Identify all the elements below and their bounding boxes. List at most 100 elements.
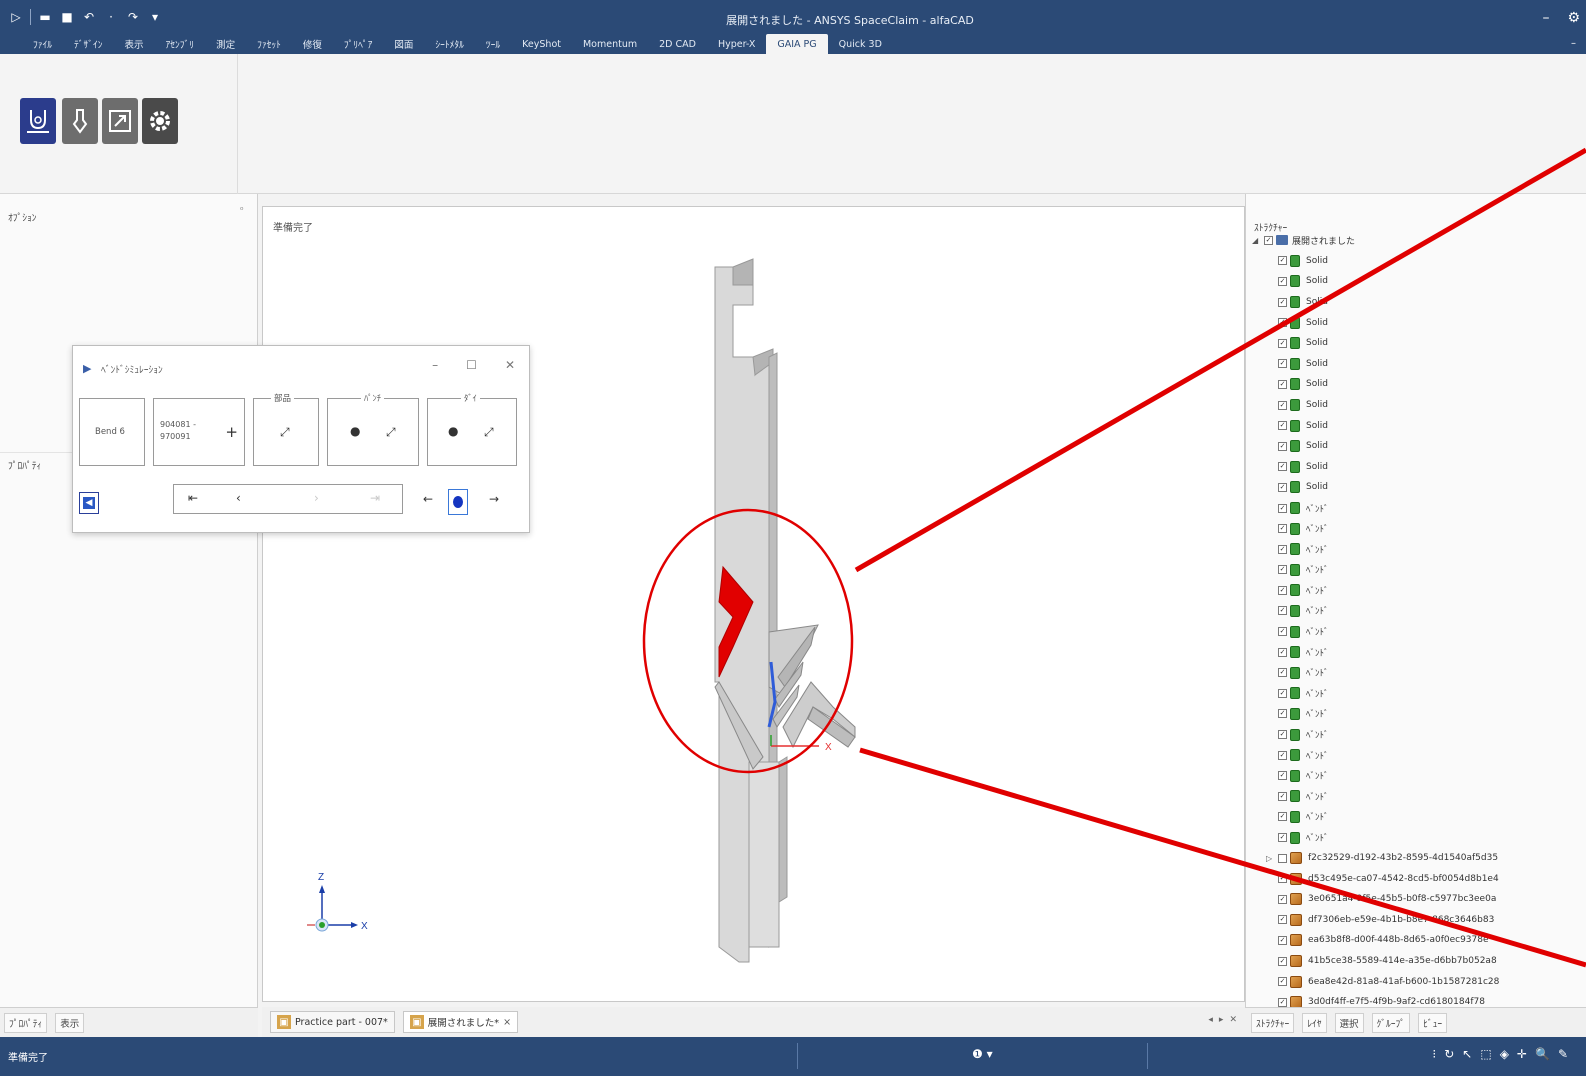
tree-solid-row[interactable]: ✓ Solid [1246, 415, 1586, 436]
sketch-icon[interactable]: ✎ [1558, 1047, 1568, 1061]
visibility-checkbox[interactable] [1278, 853, 1287, 863]
tree-solid-row[interactable]: ✓ Solid [1246, 477, 1586, 498]
visibility-checkbox[interactable]: ✓ [1278, 935, 1287, 945]
visibility-checkbox[interactable]: ✓ [1278, 771, 1287, 781]
visibility-checkbox[interactable]: ✓ [1278, 688, 1287, 698]
last-step-icon[interactable]: ⇥ [370, 491, 380, 505]
visibility-checkbox[interactable]: ✓ [1278, 977, 1287, 987]
tree-bend-row[interactable]: ✓ ﾍﾞﾝﾄﾞ [1246, 560, 1586, 581]
undo-icon[interactable]: ↶ [81, 9, 97, 25]
tree-component-row[interactable]: ▷ f2c32529-d192-43b2-8595-4d1540af5d35 [1246, 848, 1586, 869]
unfold-tool-button[interactable] [102, 98, 138, 144]
doc-tab-practice-part[interactable]: ▣ Practice part - 007* [270, 1011, 395, 1033]
bend-tool-button[interactable] [20, 98, 56, 144]
previous-step-icon[interactable]: ‹ [236, 491, 241, 505]
visibility-checkbox[interactable]: ✓ [1278, 359, 1287, 369]
ribbon-tab[interactable]: 測定 [205, 34, 246, 54]
tree-solid-row[interactable]: ✓ Solid [1246, 354, 1586, 375]
tree-component-row[interactable]: ✓ 6ea8e42d-81a8-41af-b600-1b1587281c28 [1246, 971, 1586, 992]
visibility-checkbox[interactable]: ✓ [1278, 812, 1287, 822]
tree-bend-row[interactable]: ✓ ﾍﾞﾝﾄﾞ [1246, 724, 1586, 745]
close-icon[interactable]: × [503, 1017, 511, 1028]
visibility-checkbox[interactable]: ✓ [1278, 606, 1287, 616]
tree-component-row[interactable]: ✓ df7306eb-e59e-4b1b-b8e7-868c3646b83 [1246, 910, 1586, 931]
visibility-checkbox[interactable]: ✓ [1278, 462, 1287, 472]
tree-bend-row[interactable]: ✓ ﾍﾞﾝﾄﾞ [1246, 807, 1586, 828]
visibility-checkbox[interactable]: ✓ [1278, 627, 1287, 637]
tree-bend-row[interactable]: ✓ ﾍﾞﾝﾄﾞ [1246, 786, 1586, 807]
visibility-checkbox[interactable]: ✓ [1278, 585, 1287, 595]
bend-select-button[interactable]: Bend 6 [79, 398, 145, 466]
tree-solid-row[interactable]: ✓ Solid [1246, 251, 1586, 272]
part-number-field[interactable]: 904081 - 970091 + [153, 398, 245, 466]
tree-bend-row[interactable]: ✓ ﾍﾞﾝﾄﾞ [1246, 498, 1586, 519]
tree-bend-row[interactable]: ✓ ﾍﾞﾝﾄﾞ [1246, 745, 1586, 766]
minimize-icon[interactable]: – [1542, 10, 1549, 26]
visibility-checkbox[interactable]: ✓ [1278, 544, 1287, 554]
collapse-icon[interactable]: ◢ [1252, 236, 1262, 245]
next-step-icon[interactable]: › [314, 491, 319, 505]
qat-customize-icon[interactable]: ▾ [147, 9, 163, 25]
visibility-checkbox[interactable]: ✓ [1278, 730, 1287, 740]
maximize-icon[interactable]: ☐ [466, 358, 477, 372]
pointer-icon[interactable]: ↖ [1462, 1047, 1472, 1061]
app-logo-icon[interactable]: ▷ [8, 9, 24, 25]
visibility-checkbox[interactable]: ✓ [1278, 421, 1287, 431]
tree-solid-row[interactable]: ✓ Solid [1246, 271, 1586, 292]
ribbon-tab[interactable]: 表示 [114, 34, 155, 54]
ribbon-tab[interactable]: GAIA PG [766, 34, 828, 54]
visibility-checkbox[interactable]: ✓ [1278, 791, 1287, 801]
visibility-checkbox[interactable]: ✓ [1278, 338, 1287, 348]
add-icon[interactable]: + [225, 423, 238, 441]
minimize-icon[interactable]: – [432, 358, 438, 372]
tab-scroll-right-icon[interactable]: ▸ [1219, 1015, 1224, 1025]
visibility-checkbox[interactable]: ✓ [1278, 441, 1287, 451]
visibility-checkbox[interactable]: ✓ [1278, 276, 1287, 286]
punch-tool-button[interactable] [62, 98, 98, 144]
tree-solid-row[interactable]: ✓ Solid [1246, 312, 1586, 333]
visibility-checkbox[interactable]: ✓ [1278, 915, 1287, 925]
visibility-checkbox[interactable]: ✓ [1278, 400, 1287, 410]
ribbon-tab[interactable]: ﾃﾞｻﾞｲﾝ [63, 34, 114, 54]
visibility-checkbox[interactable]: ✓ [1278, 709, 1287, 719]
tree-root[interactable]: ◢ ✓ 展開されました [1246, 230, 1586, 251]
tab-display[interactable]: 表示 [55, 1012, 85, 1033]
back-button[interactable]: ◀ [79, 492, 99, 514]
info-icon[interactable]: ❶ ▾ [972, 1047, 993, 1061]
visibility-checkbox[interactable]: ✓ [1264, 235, 1273, 245]
visibility-checkbox[interactable]: ✓ [1278, 833, 1287, 843]
ribbon-tab[interactable]: Quick 3D [828, 34, 893, 54]
structure-bottom-tab[interactable]: ｽﾄﾗｸﾁｬｰ [1251, 1012, 1295, 1033]
box-select-icon[interactable]: ⬚ [1480, 1047, 1491, 1061]
dropdown-icon[interactable]: · [103, 9, 119, 25]
visibility-checkbox[interactable]: ✓ [1278, 874, 1287, 884]
tree-component-row[interactable]: ✓ 41b5ce38-5589-414e-a35e-d6bb7b052a8 [1246, 951, 1586, 972]
settings-tool-button[interactable] [142, 98, 178, 144]
structure-bottom-tab[interactable]: ｸﾞﾙｰﾌﾟ [1371, 1012, 1411, 1033]
structure-bottom-tab[interactable]: ﾚｲﾔ [1302, 1012, 1327, 1033]
tree-solid-row[interactable]: ✓ Solid [1246, 395, 1586, 416]
save-icon[interactable]: ■ [59, 9, 75, 25]
visibility-checkbox[interactable]: ✓ [1278, 256, 1287, 266]
visibility-checkbox[interactable]: ✓ [1278, 482, 1287, 492]
tree-bend-row[interactable]: ✓ ﾍﾞﾝﾄﾞ [1246, 621, 1586, 642]
tree-component-row[interactable]: ✓ 3d0df4ff-e7f5-4f9b-9af2-cd6180184f78 [1246, 992, 1586, 1007]
ribbon-tab[interactable]: ｱｾﾝﾌﾞﾘ [155, 34, 206, 54]
tree-bend-row[interactable]: ✓ ﾍﾞﾝﾄﾞ [1246, 539, 1586, 560]
select-tool-icon[interactable]: ⁝ [1432, 1047, 1436, 1061]
visibility-checkbox[interactable]: ✓ [1278, 668, 1287, 678]
ribbon-collapse-icon[interactable]: – [1571, 38, 1576, 49]
rotate-right-icon[interactable]: → [489, 492, 499, 506]
simulate-button[interactable] [448, 489, 468, 515]
redo-icon[interactable]: ↷ [125, 9, 141, 25]
panel-pin-icon[interactable]: ᵒ [240, 206, 244, 216]
visibility-checkbox[interactable]: ✓ [1278, 318, 1287, 328]
expand-icon[interactable]: ▷ [1266, 854, 1276, 863]
visibility-checkbox[interactable]: ✓ [1278, 297, 1287, 307]
tree-solid-row[interactable]: ✓ Solid [1246, 292, 1586, 313]
tree-component-row[interactable]: ✓ 3e0651a4-9f5e-45b5-b0f8-c5977bc3ee0a [1246, 889, 1586, 910]
structure-bottom-tab[interactable]: ﾋﾞｭｰ [1418, 1012, 1448, 1033]
tree-solid-row[interactable]: ✓ Solid [1246, 457, 1586, 478]
tree-bend-row[interactable]: ✓ ﾍﾞﾝﾄﾞ [1246, 827, 1586, 848]
ribbon-tab[interactable]: 図面 [383, 34, 424, 54]
